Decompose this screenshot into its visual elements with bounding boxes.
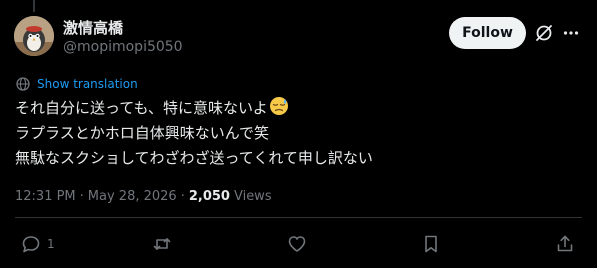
divider (15, 217, 582, 218)
tweet-line-2: ラプラスとかホロ自体興味ないんで笑 (15, 124, 269, 142)
retweet-icon (152, 234, 172, 254)
share-icon (555, 234, 575, 254)
show-translation-link[interactable]: Show translation (15, 76, 138, 92)
meta-separator-2: · (180, 188, 185, 204)
tweet-time[interactable]: 12:31 PM (15, 189, 76, 204)
reply-button[interactable]: 1 (21, 233, 55, 255)
reply-count: 1 (47, 237, 55, 251)
views-label: Views (233, 188, 272, 204)
more-icon[interactable] (560, 22, 582, 44)
thread-connector-line (33, 0, 35, 12)
show-translation-label: Show translation (37, 77, 138, 91)
retweet-button[interactable] (152, 233, 172, 255)
tweet-text: それ自分に送っても、特に意味ないよ ラプラスとかホロ自体興味ないんで笑 無駄なス… (15, 96, 585, 171)
tweet-line-1: それ自分に送っても、特に意味ないよ (15, 96, 585, 121)
tweet-line-3: 無駄なスクショしてわざわざ送ってくれて申し訳ない (15, 149, 373, 167)
tweet-date[interactable]: May 28, 2026 (88, 189, 177, 204)
author-name[interactable]: 激情高橋 (63, 17, 123, 38)
like-button[interactable] (287, 233, 307, 255)
grok-icon[interactable] (533, 22, 555, 44)
share-button[interactable] (555, 233, 575, 255)
avatar-image (14, 16, 54, 56)
author-handle[interactable]: @mopimopi5050 (63, 39, 183, 55)
bookmark-button[interactable] (421, 233, 441, 255)
follow-button[interactable]: Follow (449, 17, 526, 49)
avatar[interactable] (14, 16, 54, 56)
reply-icon (21, 234, 41, 254)
translate-icon (15, 76, 31, 92)
meta-separator: · (79, 188, 84, 204)
views-count: 2,050 (188, 188, 230, 204)
bookmark-icon (421, 234, 441, 254)
tweet-line-1-text: それ自分に送っても、特に意味ないよ (15, 99, 268, 117)
like-icon (287, 234, 307, 254)
tweet-meta: 12:31 PM · May 28, 2026 · 2,050 Views (15, 187, 272, 205)
downcast-face-with-sweat-emoji (269, 96, 289, 116)
